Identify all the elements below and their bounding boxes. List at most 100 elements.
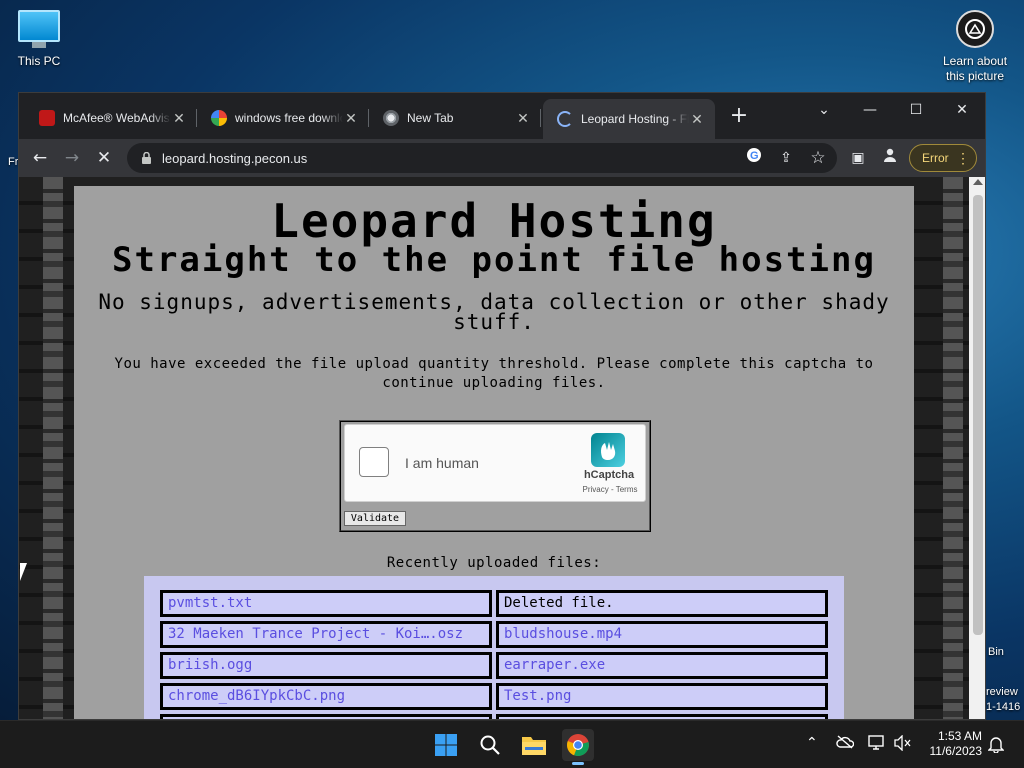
onedrive-icon[interactable] bbox=[836, 735, 855, 753]
close-icon[interactable]: ✕ bbox=[689, 111, 705, 128]
close-icon[interactable]: ✕ bbox=[343, 110, 359, 127]
tab-google-search[interactable]: windows free download ✕ bbox=[197, 101, 369, 135]
stop-loading-button[interactable]: ✕ bbox=[91, 145, 117, 171]
google-lens-icon[interactable]: G bbox=[741, 145, 767, 171]
chrome-icon bbox=[383, 110, 399, 126]
side-panel-icon[interactable]: ▣ bbox=[845, 145, 871, 171]
file-explorer-button[interactable] bbox=[518, 729, 550, 761]
captcha-container: I am human hCaptcha Privacy - Terms Vali… bbox=[339, 420, 651, 532]
page-viewport: Leopard Hosting Straight to the point fi… bbox=[19, 177, 969, 719]
new-tab-button[interactable]: + bbox=[727, 105, 751, 129]
desktop-edge-text-left: Fr bbox=[8, 156, 19, 168]
recycle-bin-label: Bin bbox=[988, 646, 1004, 658]
taskbar: ⌃ 1:53 AM 11/6/2023 bbox=[0, 720, 1024, 768]
file-link[interactable]: 32 Maeken Trance Project - Koi….osz bbox=[160, 621, 492, 648]
table-row: 32 Maeken Trance Project - Koi….osz blud… bbox=[160, 621, 828, 648]
file-link[interactable]: bludshouse.mp4 bbox=[496, 621, 828, 648]
tab-title: Leopard Hosting - Fi bbox=[581, 112, 689, 126]
windows-logo-icon bbox=[435, 734, 457, 756]
clock[interactable]: 1:53 AM 11/6/2023 bbox=[918, 729, 983, 759]
notification-bell-icon[interactable] bbox=[987, 735, 1005, 757]
file-link[interactable]: chrome_dB6IYpkCbC.png bbox=[160, 683, 492, 710]
search-icon bbox=[480, 735, 500, 755]
camera-icon bbox=[956, 10, 994, 48]
learn-about-picture-desktop-icon[interactable]: Learn about this picture bbox=[936, 10, 1014, 84]
error-menu-button[interactable]: Error ⋮ bbox=[909, 144, 977, 172]
page-content: Leopard Hosting Straight to the point fi… bbox=[74, 186, 914, 719]
mouse-cursor-icon bbox=[20, 563, 27, 581]
learn-label: Learn about this picture bbox=[942, 54, 1008, 83]
lock-icon bbox=[142, 152, 151, 164]
recent-files-table: pvmtst.txt Deleted file. 32 Maeken Tranc… bbox=[144, 576, 844, 719]
file-link[interactable]: earraper.exe bbox=[496, 652, 828, 679]
network-icon[interactable] bbox=[868, 735, 886, 755]
kebab-menu-icon: ⋮ bbox=[956, 150, 970, 166]
tab-search-button[interactable]: ⌄ bbox=[801, 97, 847, 123]
share-icon[interactable]: ⇪ bbox=[773, 145, 799, 171]
minimize-button[interactable]: — bbox=[847, 97, 893, 123]
folder-icon bbox=[522, 737, 546, 755]
upload-threshold-notice: You have exceeded the file upload quanti… bbox=[114, 356, 874, 391]
volume-muted-icon[interactable] bbox=[894, 734, 912, 755]
monitor-icon bbox=[18, 10, 60, 42]
hcaptcha-widget: I am human hCaptcha Privacy - Terms bbox=[344, 424, 646, 502]
clock-date: 11/6/2023 bbox=[929, 744, 983, 758]
file-link[interactable]: Test.png bbox=[496, 683, 828, 710]
decorative-rail-right bbox=[943, 177, 963, 719]
tab-title: windows free download bbox=[235, 111, 343, 125]
file-link[interactable]: briish.ogg bbox=[160, 652, 492, 679]
this-pc-desktop-icon[interactable]: This PC bbox=[8, 10, 70, 68]
recent-files-heading: Recently uploaded files: bbox=[386, 555, 602, 571]
url-text: leopard.hosting.pecon.us bbox=[162, 150, 308, 166]
file-link[interactable]: pvmtst.txt bbox=[160, 590, 492, 617]
clock-time: 1:53 AM bbox=[937, 729, 982, 743]
loading-icon bbox=[557, 111, 573, 127]
table-row: chrome_dB6IYpkCbC.png Test.png bbox=[160, 683, 828, 710]
monitor-stand bbox=[32, 42, 46, 48]
tab-mcafee[interactable]: McAfee® WebAdvisor ✕ bbox=[25, 101, 197, 135]
captcha-label: I am human bbox=[405, 455, 479, 471]
file-cell: Deleted file. bbox=[496, 590, 828, 617]
vertical-scrollbar[interactable] bbox=[969, 177, 985, 719]
tab-title: McAfee® WebAdvisor bbox=[63, 111, 171, 125]
table-row: pvmtst.txt Deleted file. bbox=[160, 590, 828, 617]
table-row: briish.ogg earraper.exe bbox=[160, 652, 828, 679]
address-bar[interactable]: leopard.hosting.pecon.us bbox=[127, 143, 837, 173]
bookmark-star-icon[interactable]: ☆ bbox=[805, 145, 831, 171]
hcaptcha-logo-icon bbox=[591, 433, 625, 467]
hcaptcha-brand: hCaptcha bbox=[583, 469, 635, 481]
google-icon bbox=[211, 110, 227, 126]
tab-title: New Tab bbox=[407, 111, 454, 125]
chrome-icon bbox=[567, 734, 589, 757]
scrollbar-thumb[interactable] bbox=[973, 195, 983, 635]
maximize-button[interactable]: ☐ bbox=[893, 97, 939, 123]
tab-strip: McAfee® WebAdvisor ✕ windows free downlo… bbox=[19, 93, 985, 139]
forward-button[interactable]: → bbox=[59, 145, 85, 171]
tagline: No signups, advertisements, data collect… bbox=[98, 290, 890, 334]
privacy-terms-links[interactable]: Privacy - Terms bbox=[573, 485, 647, 494]
close-icon[interactable]: ✕ bbox=[515, 110, 531, 127]
profile-icon[interactable] bbox=[877, 145, 903, 171]
chrome-taskbar-button[interactable] bbox=[562, 729, 594, 765]
mcafee-icon bbox=[39, 110, 55, 126]
tab-leopard-hosting[interactable]: Leopard Hosting - Fi ✕ bbox=[543, 99, 715, 139]
this-pc-label: This PC bbox=[17, 54, 61, 68]
watermark-text-1: review bbox=[986, 686, 1018, 698]
start-button[interactable] bbox=[430, 729, 462, 761]
error-label: Error bbox=[922, 151, 949, 165]
watermark-text-2: 1-1416 bbox=[986, 701, 1021, 713]
search-button[interactable] bbox=[474, 729, 506, 761]
tab-new-tab[interactable]: New Tab ✕ bbox=[369, 101, 541, 135]
show-hidden-icons-button[interactable]: ⌃ bbox=[806, 735, 818, 751]
page-title: Leopard Hosting bbox=[271, 194, 717, 248]
page-subtitle: Straight to the point file hosting bbox=[112, 240, 876, 280]
close-window-button[interactable]: ✕ bbox=[939, 97, 985, 123]
captcha-checkbox[interactable] bbox=[359, 447, 389, 477]
scroll-up-arrow-icon[interactable] bbox=[973, 179, 983, 185]
chrome-window: McAfee® WebAdvisor ✕ windows free downlo… bbox=[18, 92, 986, 720]
back-button[interactable]: ← bbox=[27, 145, 53, 171]
validate-button[interactable]: Validate bbox=[344, 511, 406, 526]
svg-text:G: G bbox=[750, 150, 759, 162]
toolbar: ← → ✕ leopard.hosting.pecon.us G ⇪ ☆ ▣ E… bbox=[19, 139, 985, 177]
close-icon[interactable]: ✕ bbox=[171, 110, 187, 127]
